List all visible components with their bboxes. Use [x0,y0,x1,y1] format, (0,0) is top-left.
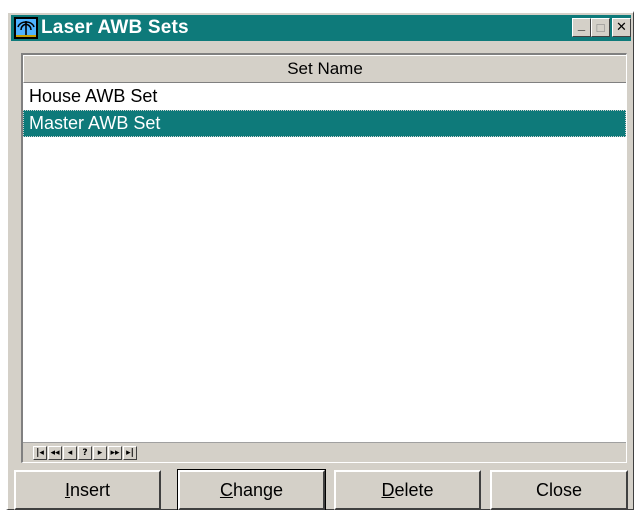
table-row[interactable]: House AWB Set [23,83,626,110]
first-record-icon[interactable]: |◂ [33,445,47,460]
window-title: Laser AWB Sets [41,17,189,38]
next-page-icon[interactable]: ▸▸ [108,445,122,460]
change-label: hange [232,479,284,500]
insert-button[interactable]: Insert [14,470,161,510]
change-mnemonic: C [219,479,233,500]
set-name-cell: House AWB Set [29,86,158,106]
table-row-selected[interactable]: Master AWB Set [23,110,626,137]
close-window-button[interactable]: ✕ [612,18,631,37]
delete-button[interactable]: Delete [334,470,481,510]
column-header-set-name[interactable]: Set Name [23,55,626,83]
minimize-icon: _ [577,17,586,32]
change-button[interactable]: Change [177,469,326,510]
window-controls: _ □ ✕ [572,18,631,37]
delete-mnemonic: D [381,479,395,500]
prior-record-icon[interactable]: ◂ [63,445,77,460]
prior-page-icon[interactable]: ◂◂ [48,445,62,460]
awb-sets-grid[interactable]: Set Name House AWB Set Master AWB Set |◂… [21,53,627,463]
insert-label: nsert [69,479,111,500]
close-label: Close [535,479,583,500]
next-record-icon[interactable]: ▸ [93,445,107,460]
title-bar[interactable]: Laser AWB Sets _ □ ✕ [11,15,631,41]
search-icon[interactable]: ? [78,445,92,460]
maximize-button[interactable]: □ [591,18,610,37]
close-button[interactable]: Close [490,470,628,510]
delete-label: elete [394,479,434,500]
last-record-icon[interactable]: ▸| [123,445,137,460]
app-icon [14,17,38,39]
close-icon: ✕ [616,20,627,35]
set-name-cell: Master AWB Set [29,113,161,133]
laser-awb-sets-window: Laser AWB Sets _ □ ✕ Set Name House AWB … [6,11,634,510]
record-navigator: |◂ ◂◂ ◂ ? ▸ ▸▸ ▸| [23,442,626,462]
maximize-icon: □ [596,20,605,35]
minimize-button[interactable]: _ [572,18,591,37]
